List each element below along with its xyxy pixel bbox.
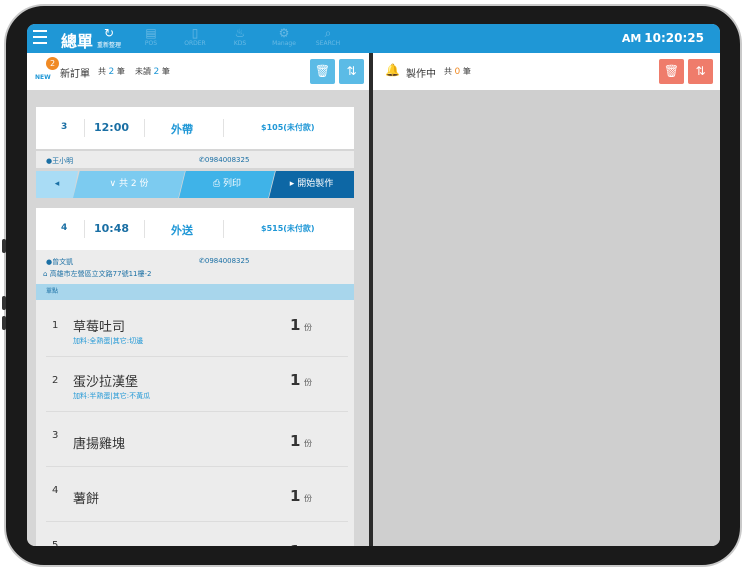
- item-qty: 1: [290, 316, 301, 334]
- order-icon: ▯: [191, 26, 199, 40]
- item-qty: 1: [290, 432, 301, 450]
- in-progress-header: 🔔 製作中 共 0 筆 🗑 ⇅: [373, 53, 720, 90]
- item-name: 薯餅: [73, 543, 99, 546]
- nav-kds[interactable]: ♨ KDS: [222, 26, 258, 47]
- start-cooking-button[interactable]: ▸ 開始製作: [269, 171, 354, 198]
- item-options: 加料:全熟蛋|其它:切邊: [73, 337, 144, 345]
- bell-icon: 🔔: [385, 63, 400, 77]
- order-item[interactable]: 1 草莓吐司 加料:全熟蛋|其它:切邊 1 份: [36, 302, 354, 357]
- order-amount: $105(未付款): [261, 123, 315, 132]
- trash-icon: 🗑: [314, 64, 331, 78]
- volume-button: [2, 296, 6, 310]
- order-item[interactable]: 2 蛋沙拉漢堡 加料:半熟蛋|其它:不黃瓜 1 份: [36, 357, 354, 412]
- refresh-icon: ↻: [103, 26, 115, 40]
- nav-refresh[interactable]: ↻ 重新整理: [91, 26, 127, 49]
- pos-icon: ▤: [145, 26, 157, 40]
- order-item[interactable]: 3 唐揚雞塊 1 份: [36, 412, 354, 467]
- order-item[interactable]: 5 薯餅 1 份: [36, 522, 354, 546]
- item-name: 蛋沙拉漢堡: [73, 375, 139, 390]
- item-name: 唐揚雞塊: [73, 437, 126, 452]
- in-progress-count: 共 0 筆: [444, 67, 471, 77]
- order-summary: 3 12:00 外帶 $105(未付款): [36, 107, 354, 149]
- sort-button[interactable]: ⇅: [688, 59, 713, 84]
- delete-button[interactable]: 🗑: [659, 59, 684, 84]
- customer-name: 王小明: [52, 157, 74, 165]
- nav-manage[interactable]: ⚙ Manage: [266, 26, 302, 47]
- total-count: 共 2 筆: [98, 67, 125, 77]
- sort-icon: ⇅: [346, 64, 357, 78]
- order-amount: $515(未付款): [261, 224, 315, 233]
- item-name: 草莓吐司: [73, 320, 126, 335]
- new-orders-title: 新訂單: [60, 69, 90, 80]
- order-number: 4: [61, 223, 68, 233]
- new-count-badge: 2: [46, 57, 59, 70]
- trash-icon: 🗑: [663, 64, 680, 78]
- portions-toggle[interactable]: ∨ 共 2 份: [73, 171, 185, 198]
- item-options: 加料:半熟蛋|其它:不黃瓜: [73, 392, 151, 400]
- order-number: 3: [61, 122, 68, 132]
- new-orders-header: 2 NEW 新訂單 共 2 筆 未讀 2 筆 🗑 ⇅: [27, 53, 369, 90]
- volume-button: [2, 239, 6, 253]
- item-name: 薯餅: [73, 492, 100, 507]
- search-icon: ⌕: [324, 26, 332, 40]
- item-qty: 1: [290, 487, 301, 505]
- new-orders-panel: 2 NEW 新訂單 共 2 筆 未讀 2 筆 🗑 ⇅ 3 12:00 外帶 $1: [27, 53, 369, 546]
- printer-icon: ⎙: [212, 179, 221, 189]
- chef-icon: ♨: [234, 26, 246, 40]
- nav-order[interactable]: ▯ ORDER: [177, 26, 213, 47]
- customer-phone: 0984008325: [204, 156, 250, 164]
- manage-icon: ⚙: [278, 26, 290, 40]
- order-time: 12:00: [94, 121, 130, 134]
- app-screen: 總單 ↻ 重新整理 ▤ POS ▯ ORDER ♨ KDS ⚙ Manage ⌕…: [27, 24, 720, 546]
- order-time: 10:48: [94, 222, 130, 235]
- customer-name: 曾文凱: [52, 258, 74, 266]
- nav-search[interactable]: ⌕ SEARCH: [310, 26, 346, 47]
- order-card[interactable]: 4 10:48 外送 $515(未付款) ●曾文凱 ✆0984008325 ⌂ …: [36, 208, 354, 546]
- order-item[interactable]: 4 薯餅 1 份: [36, 467, 354, 522]
- item-qty: 1: [290, 542, 300, 546]
- customer-phone: 0984008325: [204, 257, 250, 265]
- delete-button[interactable]: 🗑: [310, 59, 335, 84]
- order-type: 外送: [171, 224, 193, 237]
- sort-button[interactable]: ⇅: [339, 59, 364, 84]
- order-type: 外帶: [171, 123, 193, 136]
- in-progress-panel: 🔔 製作中 共 0 筆 🗑 ⇅: [373, 53, 720, 546]
- print-button[interactable]: ⎙ 列印: [179, 171, 275, 198]
- menu-icon[interactable]: [33, 30, 47, 44]
- sort-icon: ⇅: [695, 64, 706, 78]
- order-actions: ◂ ∨ 共 2 份 ⎙ 列印 ▸ 開始製作: [36, 171, 354, 198]
- delivery-address: 高雄市左營區立文路77號11樓-2: [49, 270, 152, 278]
- play-icon: ▸: [289, 179, 295, 189]
- new-badge: 2 NEW: [35, 57, 59, 85]
- unread-count: 未讀 2 筆: [135, 67, 170, 77]
- volume-button: [2, 316, 6, 330]
- in-progress-title: 製作中: [406, 69, 436, 80]
- top-bar: 總單 ↻ 重新整理 ▤ POS ▯ ORDER ♨ KDS ⚙ Manage ⌕…: [27, 24, 720, 53]
- customer-info: ●曾文凱 ✆0984008325 ⌂ 高雄市左營區立文路77號11樓-2: [36, 252, 354, 282]
- order-card[interactable]: 3 12:00 外帶 $105(未付款) ●王小明 ✆0984008325 ◂ …: [36, 107, 354, 201]
- page-title: 總單: [61, 32, 94, 51]
- collapse-button[interactable]: ◂: [36, 171, 78, 198]
- home-icon: ⌂: [43, 270, 48, 278]
- item-group-header: 單點: [36, 284, 354, 300]
- order-summary: 4 10:48 外送 $515(未付款): [36, 208, 354, 250]
- nav-pos[interactable]: ▤ POS: [133, 26, 169, 47]
- clock: AM 10:20:25: [621, 31, 704, 45]
- item-qty: 1: [290, 371, 301, 389]
- customer-info: ●王小明 ✆0984008325: [36, 151, 354, 168]
